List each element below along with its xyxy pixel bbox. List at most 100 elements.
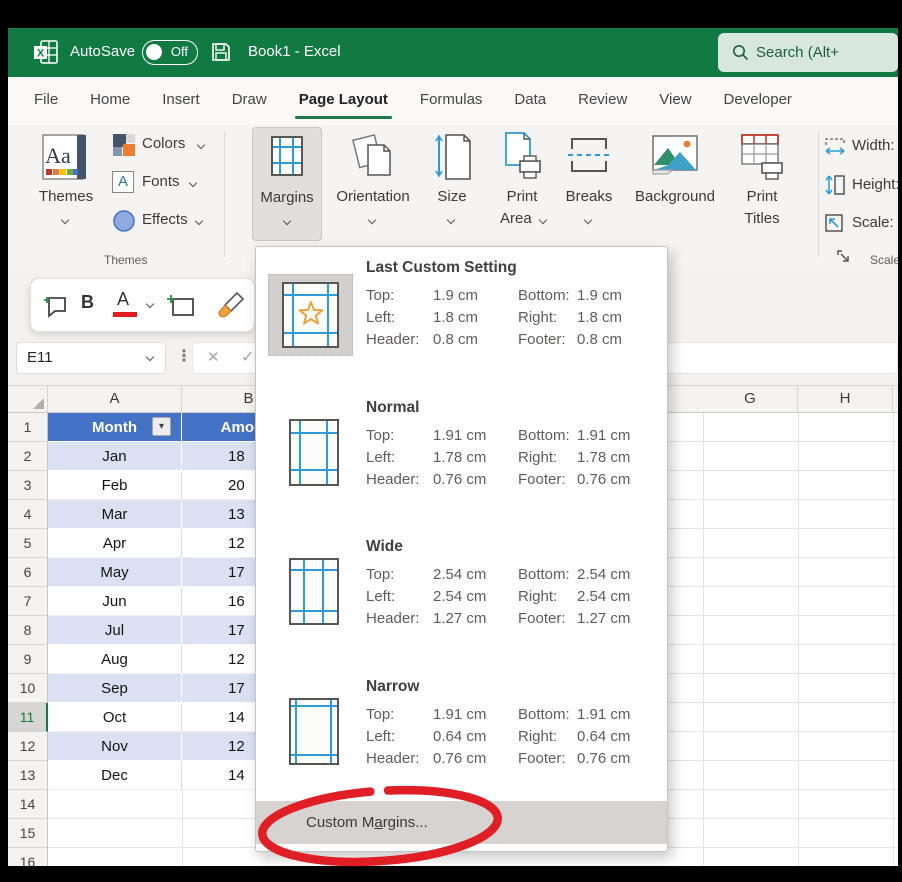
themes-button[interactable]: Aa Themes xyxy=(28,127,104,241)
row-header-15[interactable]: 15 xyxy=(8,819,48,848)
breaks-button[interactable]: Breaks xyxy=(558,127,620,241)
name-box-value: E11 xyxy=(27,349,53,366)
excel-logo-icon: X xyxy=(32,38,60,66)
svg-text:Aa: Aa xyxy=(45,143,71,168)
print-titles-label-1: Print xyxy=(747,188,778,205)
tab-view[interactable]: View xyxy=(643,77,707,125)
size-button[interactable]: Size xyxy=(422,127,482,241)
row-header-1[interactable]: 1 xyxy=(8,413,48,442)
row-header-9[interactable]: 9 xyxy=(8,645,48,674)
month-filter-button[interactable]: ▾ xyxy=(152,417,171,436)
row-header-14[interactable]: 14 xyxy=(8,790,48,819)
tab-page-layout[interactable]: Page Layout xyxy=(283,77,404,125)
cancel-icon[interactable]: ✕ xyxy=(207,348,220,366)
column-header-h[interactable]: H xyxy=(798,386,893,412)
scale-group-label: Scale xyxy=(870,253,898,267)
row-header-4[interactable]: 4 xyxy=(8,500,48,529)
chevron-down-icon[interactable] xyxy=(146,300,154,308)
orientation-label: Orientation xyxy=(336,188,409,205)
tab-developer[interactable]: Developer xyxy=(708,77,808,125)
search-box[interactable]: Search (Alt+ xyxy=(718,33,898,72)
new-comment-icon[interactable] xyxy=(43,293,69,319)
fonts-button[interactable]: A Fonts xyxy=(108,169,218,197)
row-header-8[interactable]: 8 xyxy=(8,616,48,645)
autosave-toggle[interactable]: Off xyxy=(142,40,198,65)
print-area-label-2: Area xyxy=(500,210,532,227)
resize-dots-icon[interactable]: ⋮ xyxy=(176,346,191,366)
effects-button[interactable]: Effects xyxy=(108,207,218,235)
chevron-down-icon xyxy=(283,217,291,225)
height-label: Height: xyxy=(852,176,898,193)
colors-button[interactable]: Colors xyxy=(108,131,218,159)
excel-window: X AutoSave Off Book1 - Excel Search (Alt… xyxy=(0,0,902,882)
title-bar: X AutoSave Off Book1 - Excel Search (Alt… xyxy=(8,28,898,77)
column-header-a[interactable]: A xyxy=(48,386,182,412)
preset-title: Narrow xyxy=(366,678,419,696)
themes-label: Themes xyxy=(39,188,93,205)
row-header-3[interactable]: 3 xyxy=(8,471,48,500)
preset-title: Normal xyxy=(366,399,419,417)
row-header-16[interactable]: 16 xyxy=(8,848,48,866)
select-all-corner[interactable] xyxy=(8,386,48,412)
row-header-13[interactable]: 13 xyxy=(8,761,48,790)
chevron-down-icon xyxy=(368,216,376,224)
row-header-10[interactable]: 10 xyxy=(8,674,48,703)
font-color-button[interactable]: A xyxy=(113,289,139,321)
breaks-label: Breaks xyxy=(566,188,613,205)
gridline xyxy=(798,413,799,866)
enter-check-icon[interactable]: ✓ xyxy=(241,347,254,367)
height-icon xyxy=(824,174,846,196)
row-header-7[interactable]: 7 xyxy=(8,587,48,616)
row-header-5[interactable]: 5 xyxy=(8,529,48,558)
size-label: Size xyxy=(437,188,466,205)
column-header-g[interactable]: G xyxy=(703,386,798,412)
svg-text:X: X xyxy=(37,47,45,59)
orientation-button[interactable]: Orientation xyxy=(330,127,416,241)
tab-draw[interactable]: Draw xyxy=(216,77,283,125)
margin-preset-wide[interactable]: Wide Top:2.54 cmBottom:2.54 cm Left:2.54… xyxy=(256,538,667,678)
margins-icon xyxy=(271,136,303,176)
background-button[interactable]: Background xyxy=(624,127,726,241)
tab-insert[interactable]: Insert xyxy=(146,77,216,125)
print-area-button[interactable]: Print Area xyxy=(490,127,554,241)
row-header-2[interactable]: 2 xyxy=(8,442,48,471)
width-icon xyxy=(824,137,846,157)
dialog-launcher-icon[interactable] xyxy=(836,249,851,264)
scale-width-row[interactable]: Width: xyxy=(824,135,898,161)
chevron-down-icon xyxy=(195,217,203,225)
row-header-12[interactable]: 12 xyxy=(8,732,48,761)
tab-home[interactable]: Home xyxy=(74,77,146,125)
bold-button[interactable]: B xyxy=(81,292,94,313)
background-icon xyxy=(652,135,698,175)
tab-file[interactable]: File xyxy=(18,77,74,125)
insert-cells-icon[interactable] xyxy=(167,293,195,319)
background-label: Background xyxy=(635,188,715,205)
chevron-down-icon xyxy=(447,216,455,224)
margins-button[interactable]: Margins xyxy=(252,127,322,241)
red-circle-annotation xyxy=(248,782,518,874)
tab-review[interactable]: Review xyxy=(562,77,643,125)
empty-cells[interactable] xyxy=(48,790,264,866)
scale-height-row[interactable]: Height: xyxy=(824,173,898,199)
size-icon xyxy=(434,133,472,181)
toggle-knob xyxy=(146,44,162,60)
name-box[interactable]: E11 xyxy=(16,342,166,374)
print-titles-button[interactable]: Print Titles xyxy=(730,127,794,241)
margin-preset-normal[interactable]: Normal Top:1.91 cmBottom:1.91 cm Left:1.… xyxy=(256,399,667,539)
chevron-down-icon xyxy=(61,216,69,224)
tab-data[interactable]: Data xyxy=(498,77,562,125)
chevron-down-icon xyxy=(189,179,197,187)
row-header-6[interactable]: 6 xyxy=(8,558,48,587)
scale-scale-row[interactable]: Scale: xyxy=(824,211,898,237)
save-icon[interactable] xyxy=(210,41,232,63)
month-header-cell[interactable]: Month ▾ xyxy=(48,413,182,442)
format-painter-icon[interactable] xyxy=(217,291,247,321)
margins-dropdown-menu: Last Custom Setting Top:1.9 cmBottom:1.9… xyxy=(255,246,668,852)
width-label: Width: xyxy=(852,137,895,154)
margin-preset-last-custom[interactable]: Last Custom Setting Top:1.9 cmBottom:1.9… xyxy=(256,259,667,399)
print-titles-icon xyxy=(740,133,786,181)
tab-formulas[interactable]: Formulas xyxy=(404,77,499,125)
print-area-icon xyxy=(502,131,544,181)
row-header-11-active[interactable]: 11 xyxy=(8,703,48,732)
ribbon-tab-bar: File Home Insert Draw Page Layout Formul… xyxy=(8,77,898,125)
